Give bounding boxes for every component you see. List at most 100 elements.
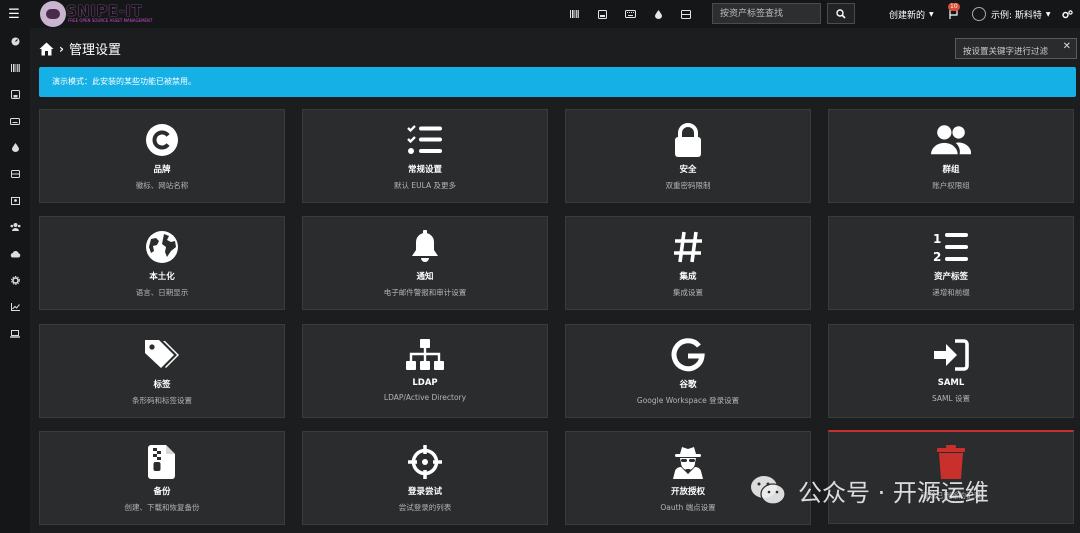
settings-tile-asset-tags[interactable]: 12 资产标签 递增和前缀	[828, 216, 1074, 310]
settings-filter-input[interactable]	[956, 42, 1056, 62]
chevron-right-icon: ›	[59, 41, 64, 56]
settings-tile-google[interactable]: 谷歌 Google Workspace 登录设置	[565, 324, 811, 418]
tile-title: 通知	[416, 272, 434, 282]
cogs-icon	[1062, 9, 1073, 18]
settings-tile-ldap[interactable]: LDAP LDAP/Active Directory	[302, 324, 548, 418]
watermark-text: 公众号 · 开源运维	[798, 478, 989, 507]
brand-tagline: FREE OPEN SOURCE ASSET MANAGEMENT	[68, 18, 153, 23]
keyboard-icon[interactable]	[0, 108, 30, 135]
brand-logo-icon	[40, 1, 66, 27]
tile-title: 常规设置	[407, 165, 442, 175]
list-ol-icon: 12	[931, 229, 971, 265]
tile-description: Google Workspace 登录设置	[636, 396, 740, 405]
alerts-count-badge: 10	[948, 3, 960, 11]
tint-icon[interactable]	[0, 134, 30, 161]
tile-description: 账户权限组	[932, 181, 970, 190]
wechat-icon	[751, 476, 786, 505]
settings-tile-groups[interactable]: 群组 账户权限组	[828, 109, 1074, 203]
gear-icon[interactable]	[0, 267, 30, 294]
tile-title: 本土化	[149, 272, 175, 282]
dashboard-icon[interactable]	[0, 28, 30, 55]
settings-tile-general[interactable]: 常规设置 默认 EULA 及更多	[302, 109, 548, 203]
alerts-menu[interactable]: 10	[943, 0, 963, 28]
tile-description: 集成设置	[673, 288, 703, 297]
list-check-icon	[405, 122, 445, 158]
close-icon[interactable]: ✕	[1063, 41, 1071, 52]
create-new-label: 创建新的	[889, 10, 926, 21]
settings-tile-notifications[interactable]: 通知 电子邮件警报和审计设置	[302, 216, 548, 310]
page-title: 管理设置	[68, 43, 121, 58]
breadcrumb: › 管理设置	[39, 39, 121, 58]
hashtag-icon	[668, 229, 708, 265]
home-icon[interactable]	[39, 42, 54, 56]
settings-tile-branding[interactable]: 品牌 徽标、网站名称	[39, 109, 285, 203]
settings-tile-backups[interactable]: 备份 创建、下载和恢复备份	[39, 431, 285, 525]
svg-text:2: 2	[933, 250, 941, 263]
save-icon[interactable]	[0, 81, 30, 108]
tile-title: 品牌	[153, 165, 171, 175]
hdd-icon[interactable]	[588, 0, 616, 28]
settings-tile-localization[interactable]: 本土化 语言、日期显示	[39, 216, 285, 310]
main-content: › 管理设置 ✕ 演示模式：此安装的某些功能已被禁用。 品牌 徽标、网站名称 常…	[30, 28, 1080, 533]
sitemap-icon	[405, 337, 445, 373]
google-icon	[668, 337, 708, 373]
file-zipper-icon	[142, 444, 182, 480]
tile-title: 开放授权	[670, 487, 705, 497]
settings-tile-integrations[interactable]: 集成 集成设置	[565, 216, 811, 310]
brand-logo[interactable]: SNIPE-IT FREE OPEN SOURCE ASSET MANAGEME…	[40, 1, 153, 27]
user-group-icon	[931, 122, 971, 158]
addressbook-icon[interactable]	[0, 188, 30, 215]
admin-settings-link[interactable]	[1062, 0, 1073, 28]
tile-description: 创建、下载和恢复备份	[124, 503, 200, 512]
avatar	[972, 7, 986, 21]
asset-tag-search-input[interactable]	[712, 3, 821, 24]
tile-description: SAML 设置	[931, 394, 971, 403]
laptop-icon[interactable]	[0, 321, 30, 348]
tile-description: 条形码和标签设置	[132, 396, 192, 405]
user-secret-icon	[668, 444, 708, 480]
chart-icon[interactable]	[0, 294, 30, 321]
keyboard-icon[interactable]	[616, 0, 644, 28]
tint-icon[interactable]	[644, 0, 672, 28]
settings-tile-security[interactable]: 安全 双重密码限制	[565, 109, 811, 203]
svg-text:1: 1	[933, 232, 941, 246]
globe-icon	[142, 229, 182, 265]
cloud-download-icon[interactable]	[0, 241, 30, 268]
caret-down-icon: ▼	[1045, 10, 1051, 18]
tile-description: LDAP/Active Directory	[383, 393, 467, 402]
tile-description: 默认 EULA 及更多	[394, 181, 456, 190]
users-icon[interactable]	[0, 214, 30, 241]
tile-title: 安全	[679, 165, 697, 175]
search-icon	[836, 8, 846, 19]
user-menu[interactable]: 示例: 斯科特 ▼	[972, 0, 1051, 28]
barcode-icon[interactable]	[0, 55, 30, 82]
settings-tile-labels[interactable]: 标签 条形码和标签设置	[39, 324, 285, 418]
sign-in-icon	[931, 337, 971, 373]
server-icon[interactable]	[672, 0, 700, 28]
sidebar	[0, 28, 30, 533]
tile-title: SAML	[937, 378, 965, 388]
bell-icon	[405, 229, 445, 265]
tile-description: 双重密码限制	[665, 181, 711, 190]
crosshairs-icon	[405, 444, 445, 480]
search-button[interactable]	[827, 3, 855, 24]
server-icon[interactable]	[0, 161, 30, 188]
hamburger-menu-icon[interactable]: ☰	[0, 0, 28, 28]
barcode-icon[interactable]	[560, 0, 588, 28]
settings-tile-saml[interactable]: SAML SAML 设置	[828, 324, 1074, 418]
caret-down-icon: ▼	[929, 10, 934, 18]
tile-description: 递增和前缀	[932, 288, 970, 297]
tile-description: 电子邮件警报和审计设置	[383, 288, 467, 297]
tile-description: 语言、日期显示	[135, 288, 189, 297]
tile-description: Oauth 端点设置	[660, 503, 716, 512]
tags-icon	[142, 337, 182, 373]
top-navbar: ☰ SNIPE-IT FREE OPEN SOURCE ASSET MANAGE…	[0, 0, 1080, 28]
settings-filter: ✕	[955, 38, 1077, 62]
create-new-dropdown[interactable]: 创建新的 ▼	[889, 0, 934, 28]
wechat-watermark: 公众号 · 开源运维	[750, 470, 989, 510]
tile-title: 登录尝试	[407, 487, 442, 497]
tile-title: 资产标签	[933, 272, 968, 282]
settings-tile-login-attempts[interactable]: 登录尝试 尝试登录的列表	[302, 431, 548, 525]
copyright-icon	[142, 122, 182, 158]
demo-mode-alert: 演示模式：此安装的某些功能已被禁用。	[39, 67, 1076, 97]
